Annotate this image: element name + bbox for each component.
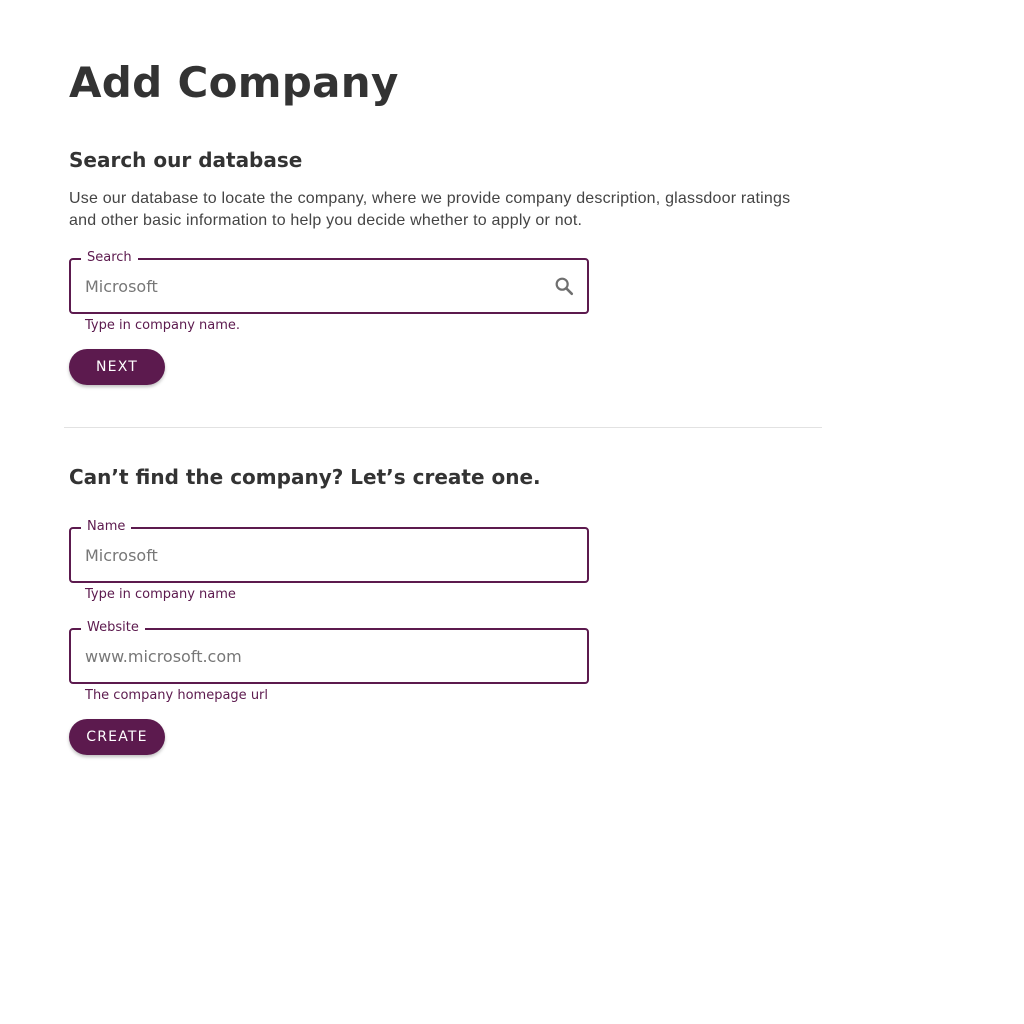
create-section-heading: Can’t find the company? Let’s create one… [69, 465, 541, 489]
search-input[interactable] [85, 260, 545, 312]
website-input[interactable] [85, 630, 545, 682]
search-field: Search [69, 250, 589, 314]
search-helper-text: Type in company name. [85, 318, 241, 333]
name-field: Name [69, 519, 589, 583]
name-helper-text: Type in company name [85, 587, 236, 602]
section-divider [64, 427, 822, 428]
website-field: Website [69, 620, 589, 684]
name-input[interactable] [85, 529, 545, 581]
search-icon[interactable] [553, 275, 575, 297]
next-button[interactable]: NEXT [69, 349, 165, 385]
search-section-description: Use our database to locate the company, … [69, 190, 791, 229]
search-section-heading: Search our database [69, 148, 303, 172]
website-helper-text: The company homepage url [85, 688, 269, 703]
page-title: Add Company [69, 58, 399, 107]
create-button[interactable]: CREATE [69, 719, 165, 755]
